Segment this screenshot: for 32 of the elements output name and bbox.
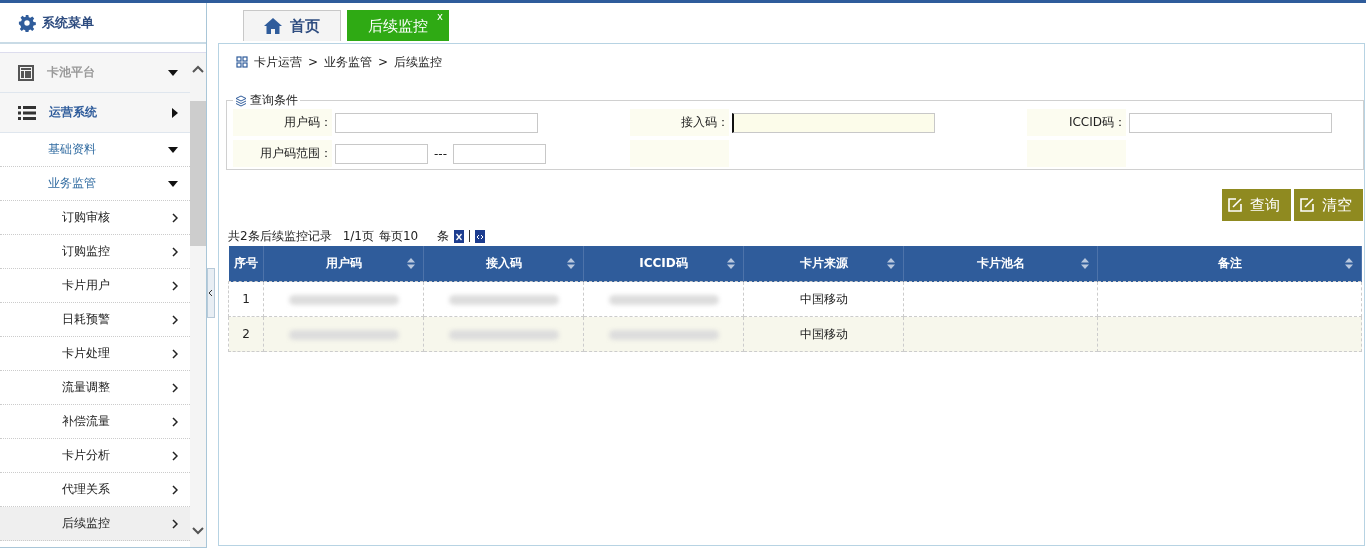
action-button[interactable]: 查询 (1222, 189, 1291, 221)
tab[interactable]: 首页 (243, 10, 341, 41)
menu-item[interactable]: 运营系统 (0, 93, 190, 133)
menu-item[interactable]: 后续监控 (0, 507, 190, 541)
column-header[interactable]: ICCID码 (583, 246, 744, 282)
field-label: 用户码范围： (233, 140, 332, 167)
breadcrumb-separator: > (378, 55, 389, 69)
column-header[interactable]: 备注 (1097, 246, 1362, 282)
column-header[interactable]: 卡片来源 (743, 246, 904, 282)
column-header[interactable]: 用户码 (263, 246, 424, 282)
table-cell: 中国移动 (799, 291, 848, 306)
table-cell: 中国移动 (799, 326, 848, 341)
column-header: 序号 (228, 246, 264, 282)
breadcrumb-item: 业务监管 (324, 53, 373, 71)
field-label: ICCID码： (1027, 109, 1126, 136)
field-label: 用户码： (233, 109, 332, 136)
column-header[interactable]: 卡片池名 (903, 246, 1098, 282)
breadcrumb-item: 卡片运营 (254, 53, 302, 71)
page-size: 每页10 (378, 227, 419, 245)
row-number: 2 (242, 327, 250, 341)
range-separator: --- (434, 146, 447, 161)
field-label: 接入码： (630, 109, 729, 136)
page-size-unit: 条 (437, 227, 450, 245)
legend-title: 查询条件 (250, 92, 298, 109)
row-number: 1 (242, 292, 250, 306)
sidebar-title: 系统菜单 (42, 13, 94, 32)
breadcrumb-item: 后续监控 (394, 53, 443, 71)
page-info: 1/1页 (342, 227, 374, 245)
breadcrumb-separator: > (308, 55, 319, 69)
record-count: 共2条后续监控记录 (228, 227, 332, 245)
column-header[interactable]: 接入码 (423, 246, 584, 282)
action-button[interactable]: 清空 (1294, 189, 1363, 221)
